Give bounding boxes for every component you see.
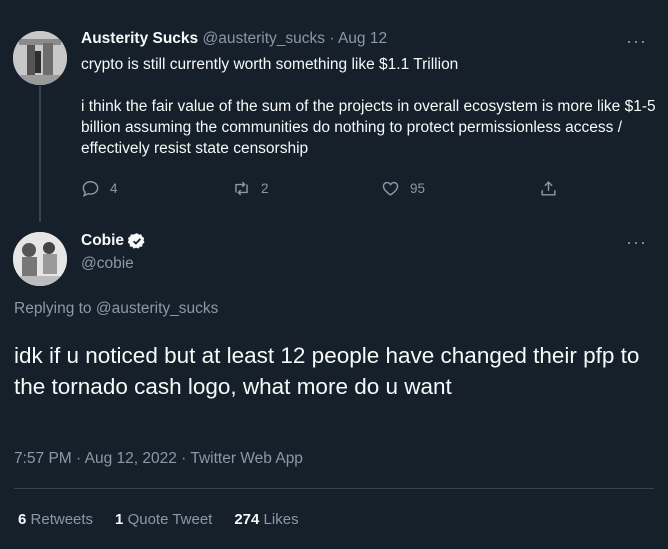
likes-count: 274 [234,511,260,528]
reply-icon [82,181,99,197]
tweet-stats: 6 Retweets 1 Quote Tweet 274 Likes [18,511,299,528]
avatar-image [13,232,67,286]
reply-count: 4 [110,181,118,196]
like-action[interactable]: 95 [381,179,425,198]
share-icon [541,181,556,196]
parent-handle-date[interactable]: @austerity_sucks · Aug 12 [202,30,387,47]
quotes-label: Quote Tweet [127,511,213,528]
retweets-count: 6 [18,511,27,528]
parent-more-icon[interactable]: ··· [626,32,647,50]
quotes-count: 1 [115,511,124,528]
quotes-stat[interactable]: 1 Quote Tweet [115,511,212,528]
main-handle[interactable]: @cobie [81,255,134,273]
thread-connector [39,86,41,222]
main-more-icon[interactable]: ··· [626,233,647,251]
avatar-cobie[interactable] [13,232,67,286]
heart-icon [382,181,399,196]
avatar-image [13,31,67,85]
retweet-icon [235,181,248,196]
tweet-timestamp[interactable]: 7:57 PM · Aug 12, 2022 · Twitter Web App [14,450,303,468]
likes-stat[interactable]: 274 Likes [234,511,298,528]
stats-divider [14,488,654,489]
avatar-austerity-sucks[interactable] [13,31,67,85]
reply-action[interactable]: 4 [81,179,118,198]
parent-display-name[interactable]: Austerity Sucks [81,30,198,47]
parent-tweet-header: Austerity Sucks @austerity_sucks · Aug 1… [81,30,387,48]
retweet-action[interactable]: 2 [232,179,269,198]
main-display-name[interactable]: Cobie [81,232,124,250]
verified-badge-icon [128,233,145,249]
main-tweet-text: idk if u noticed but at least 12 people … [14,343,640,399]
likes-label: Likes [263,511,299,528]
replying-to[interactable]: Replying to @austerity_sucks [14,300,218,318]
share-action[interactable] [539,179,568,198]
retweets-label: Retweets [30,511,94,528]
like-count: 95 [410,181,426,196]
retweets-stat[interactable]: 6 Retweets [18,511,93,528]
parent-tweet-text: crypto is still currently worth somethin… [81,56,656,157]
retweet-count: 2 [261,181,269,196]
main-tweet-name-row: Cobie [81,232,146,250]
